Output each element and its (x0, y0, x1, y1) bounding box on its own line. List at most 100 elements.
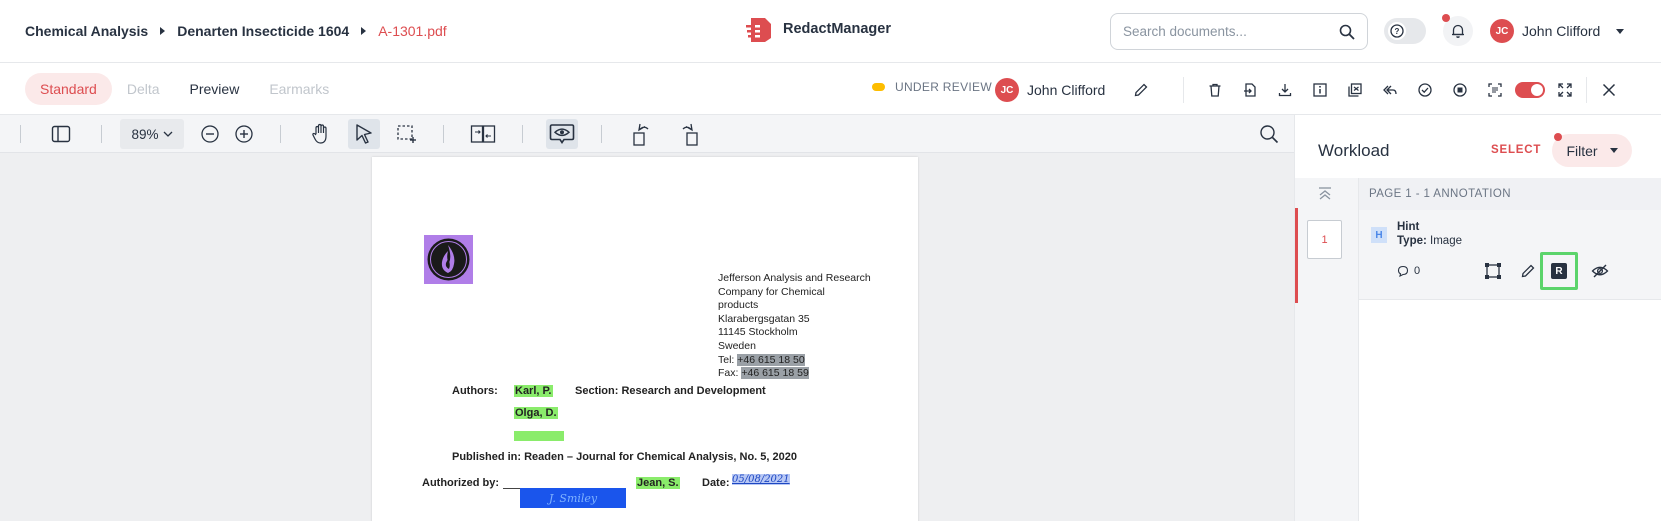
tab-preview[interactable]: Preview (175, 73, 255, 105)
help-mode-toggle[interactable]: ? (1384, 18, 1426, 44)
bell-icon (1452, 24, 1464, 38)
document-viewer[interactable]: Jefferson Analysis and Research Company … (0, 153, 1294, 521)
eye-comment-icon (549, 124, 575, 144)
delete-button[interactable] (1197, 76, 1232, 104)
cursor-arrow-icon (356, 124, 372, 144)
recategorize-icon: R (1551, 263, 1567, 279)
download-icon (1278, 84, 1291, 97)
redaction-toggle[interactable] (1512, 76, 1547, 104)
comment-icon (1397, 265, 1409, 277)
pan-tool-button[interactable] (306, 119, 336, 149)
page-thumbnail-1[interactable]: 1 (1307, 220, 1342, 259)
tel-redaction[interactable]: +46 615 18 50 (737, 353, 805, 366)
scroll-to-top-icon[interactable] (1317, 186, 1333, 202)
recategorize-button[interactable]: R (1540, 252, 1578, 290)
reply-all-icon (1382, 85, 1397, 95)
app-logo[interactable]: RedactManager (745, 15, 891, 43)
select-button[interactable]: SELECT (1491, 144, 1541, 156)
tab-standard[interactable]: Standard (25, 73, 112, 105)
signer-redaction[interactable]: Jean, S. (636, 477, 680, 489)
breadcrumb-item-project[interactable]: Chemical Analysis (25, 23, 148, 39)
hint-badge: H (1371, 227, 1387, 243)
annotations-section-header: PAGE 1 - 1 ANNOTATION (1359, 178, 1661, 210)
breadcrumb-separator-icon (361, 27, 367, 35)
address-line: Jefferson Analysis and Research (718, 272, 871, 284)
empty-redaction[interactable] (514, 431, 564, 441)
status-label: UNDER REVIEW (895, 80, 992, 94)
company-logo-image-annotation[interactable] (424, 235, 473, 284)
toggle-annotations-button[interactable] (546, 119, 578, 149)
search-placeholder: Search documents... (1123, 24, 1247, 39)
info-icon (1312, 83, 1327, 97)
document-search-button[interactable] (1255, 119, 1283, 149)
address-line: 11145 Stockholm (718, 326, 798, 339)
reanalyse-button[interactable] (1372, 76, 1407, 104)
divider (280, 125, 281, 143)
avatar: JC (1490, 19, 1514, 43)
filter-button[interactable]: Filter (1552, 133, 1632, 167)
help-icon: ? (1388, 22, 1406, 40)
breadcrumb: Chemical Analysis Denarten Insecticide 1… (25, 23, 447, 39)
edit-assignee-button[interactable] (1123, 76, 1158, 104)
signature-redaction[interactable]: J. Smiley (520, 488, 626, 508)
document-info-button[interactable] (1302, 76, 1337, 104)
assignee-name: John Clifford (1027, 82, 1106, 98)
toggle-sidebar-button[interactable] (45, 119, 77, 149)
chevron-down-icon (1609, 148, 1618, 153)
scan-text-icon (1487, 83, 1502, 97)
zoom-in-icon (235, 125, 253, 143)
workflow-status: UNDER REVIEW (872, 80, 992, 94)
ocr-button[interactable] (1477, 76, 1512, 104)
toggle-switch (1514, 82, 1545, 98)
close-button[interactable] (1591, 76, 1626, 104)
stop-button[interactable] (1442, 76, 1477, 104)
excluded-pages-button[interactable] (1337, 76, 1372, 104)
page-number: 1 (1321, 233, 1328, 246)
assignee-avatar: JC (995, 78, 1019, 102)
zoom-select[interactable]: 89% (120, 119, 184, 149)
file-import-icon (1243, 83, 1256, 97)
divider (1586, 77, 1587, 103)
rotate-left-button[interactable] (628, 119, 656, 149)
pencil-icon (1134, 83, 1148, 97)
area-select-button[interactable] (392, 119, 422, 149)
approve-button[interactable] (1407, 76, 1442, 104)
hide-annotation-button[interactable] (1585, 257, 1615, 285)
pencil-icon (1521, 264, 1535, 278)
zoom-in-button[interactable] (230, 119, 258, 149)
sidebar-icon (51, 125, 71, 143)
divider (522, 125, 523, 143)
rotate-right-icon (682, 123, 698, 146)
search-input[interactable]: Search documents... (1110, 13, 1368, 50)
flame-logo-icon (427, 238, 470, 281)
address-line: Klarabergsgatan 35 (718, 312, 810, 325)
annotation-card[interactable]: H Hint Type: Image 0 R (1359, 210, 1661, 300)
svg-text:?: ? (1395, 27, 1400, 36)
select-tool-button[interactable] (348, 119, 380, 149)
author-redaction[interactable]: Olga, D. (514, 407, 558, 419)
notifications-button[interactable] (1442, 14, 1473, 46)
download-button[interactable] (1267, 76, 1302, 104)
rotate-left-icon (633, 123, 649, 146)
tel-label: Tel: (718, 353, 735, 366)
rotate-right-button[interactable] (675, 119, 703, 149)
fullscreen-button[interactable] (1547, 76, 1582, 104)
breadcrumb-item-dossier[interactable]: Denarten Insecticide 1604 (177, 23, 349, 39)
comments-button[interactable]: 0 (1397, 265, 1420, 277)
notification-dot (1442, 14, 1450, 22)
resize-button[interactable] (1478, 257, 1508, 285)
tab-delta: Delta (126, 81, 160, 97)
fax-redaction[interactable]: +46 615 18 59 (741, 367, 809, 380)
edit-annotation-button[interactable] (1513, 257, 1543, 285)
import-button[interactable] (1232, 76, 1267, 104)
date-redaction[interactable]: 05/08/2021 (732, 474, 790, 485)
viewer-toolbar: 89% (0, 115, 1294, 153)
breadcrumb-current-file: A-1301.pdf (378, 23, 447, 39)
compare-button[interactable] (466, 119, 500, 149)
search-icon[interactable] (1339, 24, 1355, 40)
user-menu[interactable]: JC John Clifford (1490, 19, 1625, 43)
divider (101, 125, 102, 143)
author-redaction[interactable]: Karl, P. (514, 385, 553, 397)
zoom-out-button[interactable] (196, 119, 224, 149)
pdf-page[interactable]: Jefferson Analysis and Research Company … (372, 157, 918, 521)
